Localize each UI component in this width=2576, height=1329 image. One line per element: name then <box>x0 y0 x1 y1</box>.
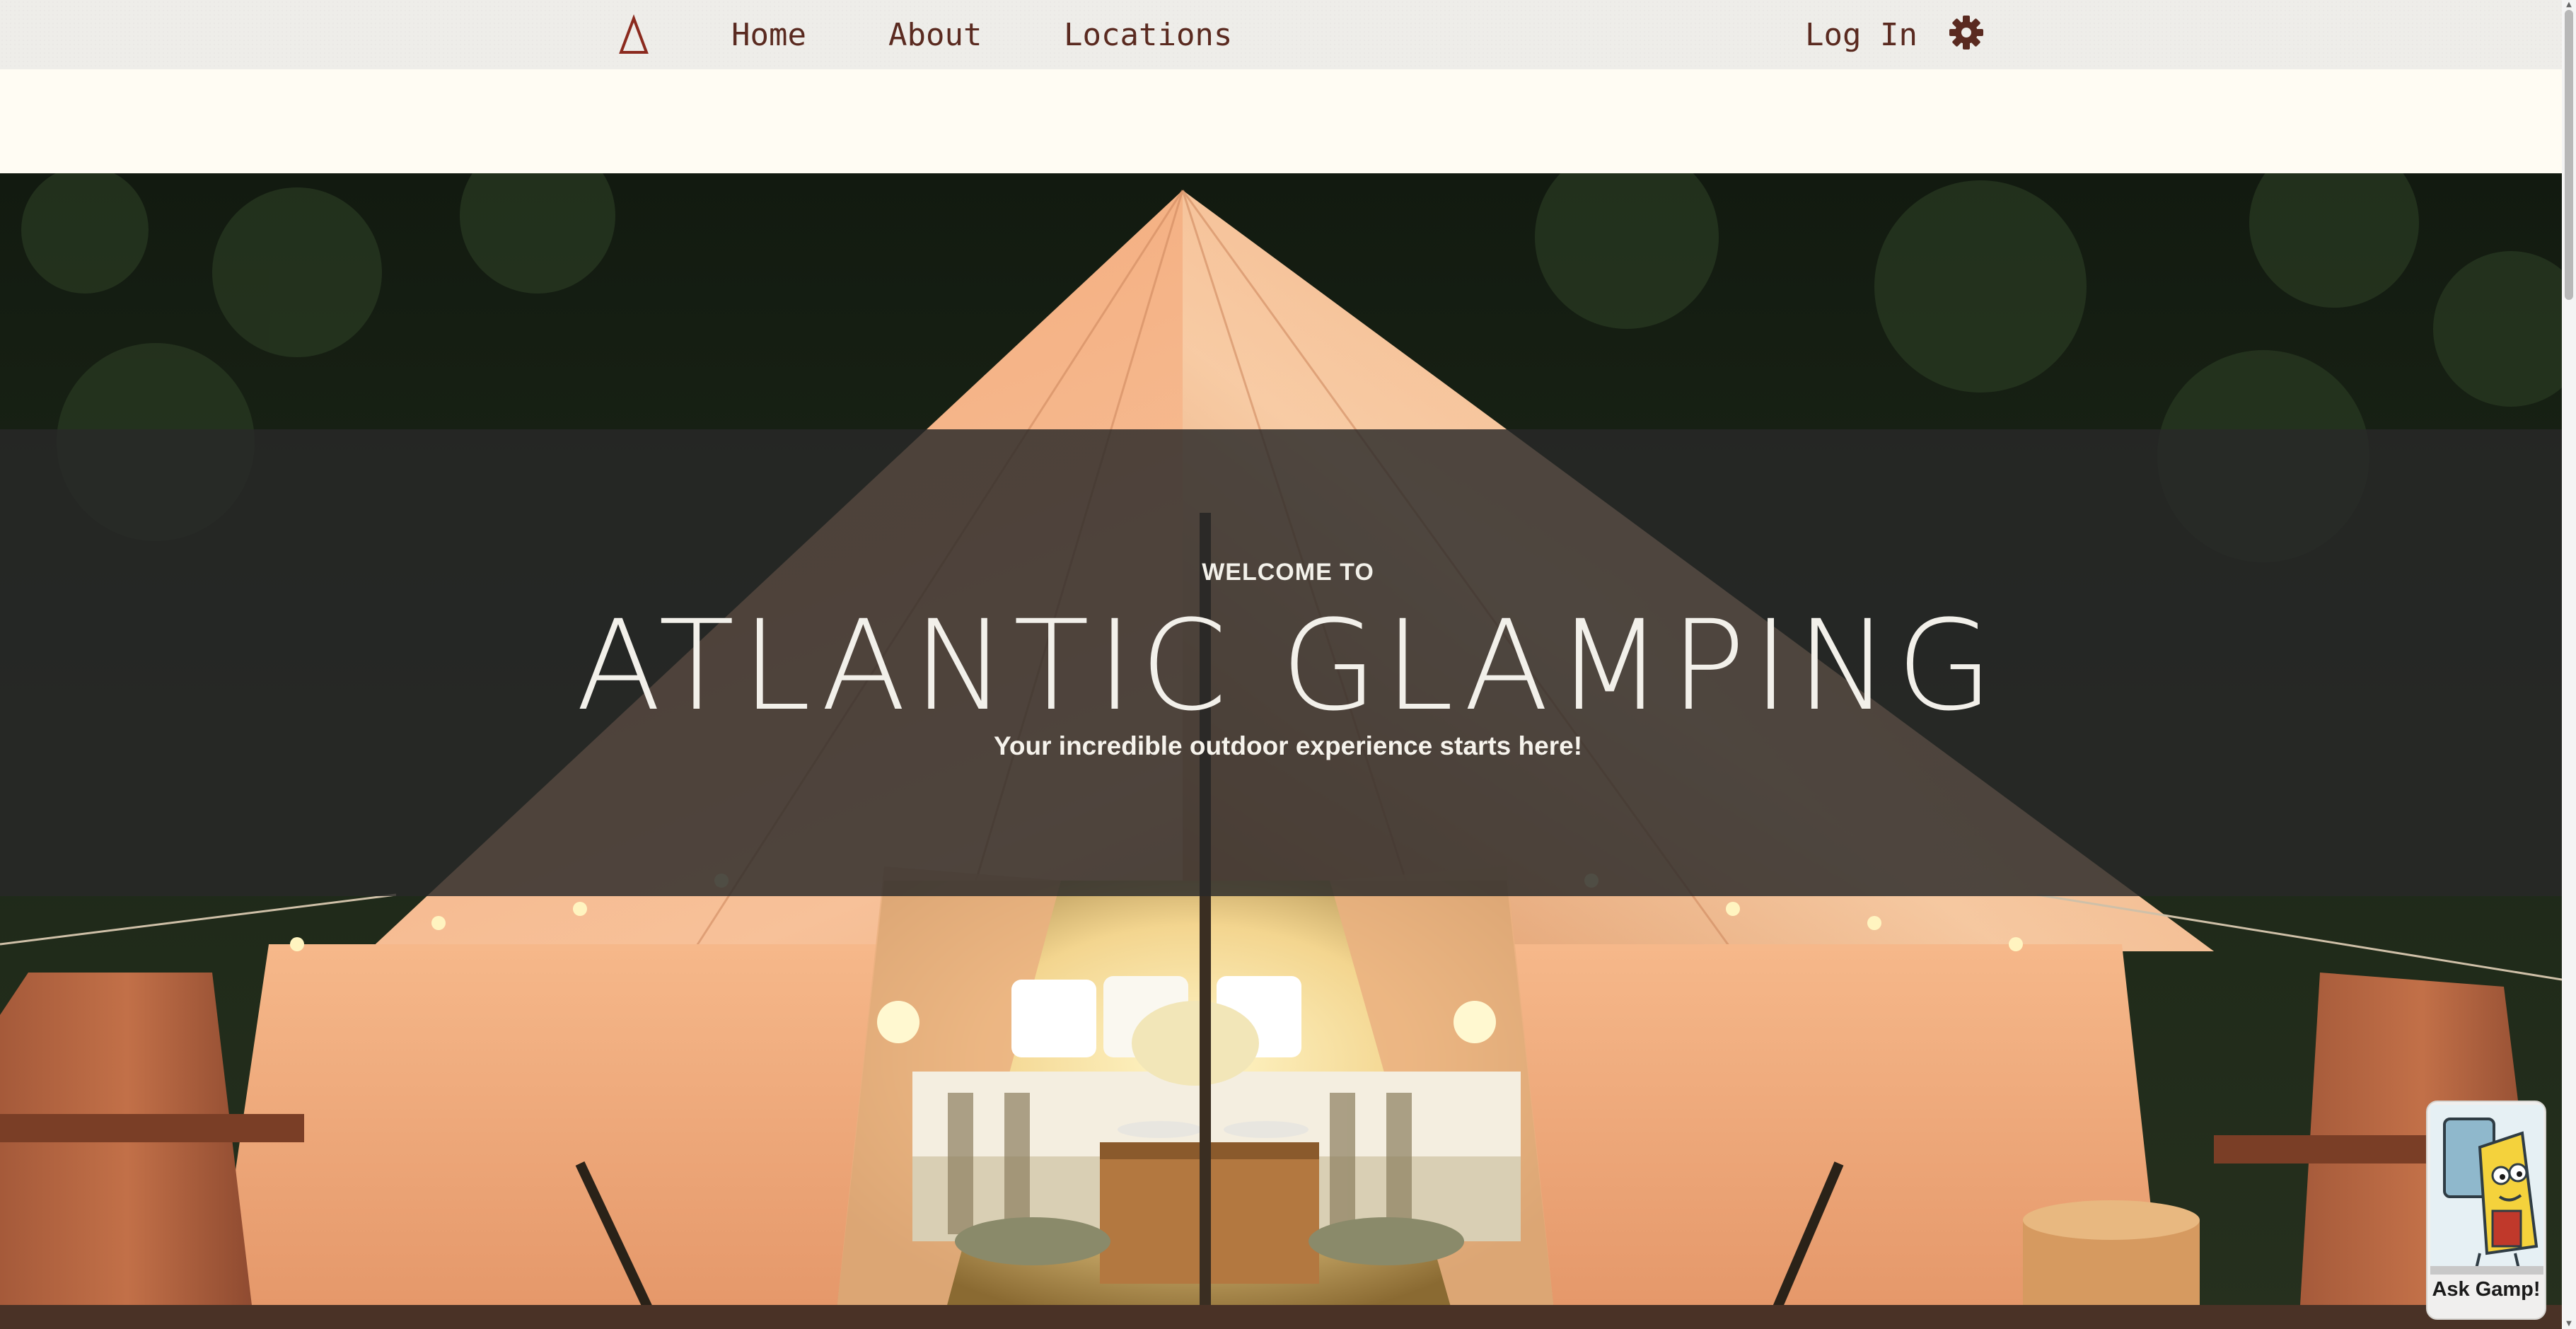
nav-about-link[interactable]: About <box>888 16 982 55</box>
scrollbar-thumb[interactable] <box>2565 10 2573 300</box>
triangle-logo-icon[interactable] <box>614 14 654 57</box>
scroll-up-arrow-icon[interactable]: ▲ <box>2565 1 2573 8</box>
ask-gamp-label: Ask Gamp! <box>2432 1278 2541 1301</box>
hero-eyebrow: WELCOME TO <box>1202 559 1374 586</box>
top-navbar: Home About Locations Log In <box>0 0 2562 69</box>
scroll-down-arrow-icon[interactable]: ▼ <box>2565 1321 2573 1328</box>
gear-icon[interactable] <box>1948 14 1985 51</box>
ask-gamp-chat-widget[interactable]: Ask Gamp! <box>2426 1101 2546 1320</box>
nav-home-link[interactable]: Home <box>731 16 806 55</box>
page-scrollbar[interactable]: ▲ ▼ <box>2562 0 2576 1329</box>
nav-locations-link[interactable]: Locations <box>1064 16 1232 55</box>
gamp-mascot-icon <box>2430 1105 2543 1275</box>
hero-brand-title: ATLANTIC GLAMPING <box>576 593 2000 738</box>
hero-tagline: Your incredible outdoor experience start… <box>993 731 1583 760</box>
login-link[interactable]: Log In <box>1805 16 1918 55</box>
nav-spacer <box>0 69 2562 173</box>
